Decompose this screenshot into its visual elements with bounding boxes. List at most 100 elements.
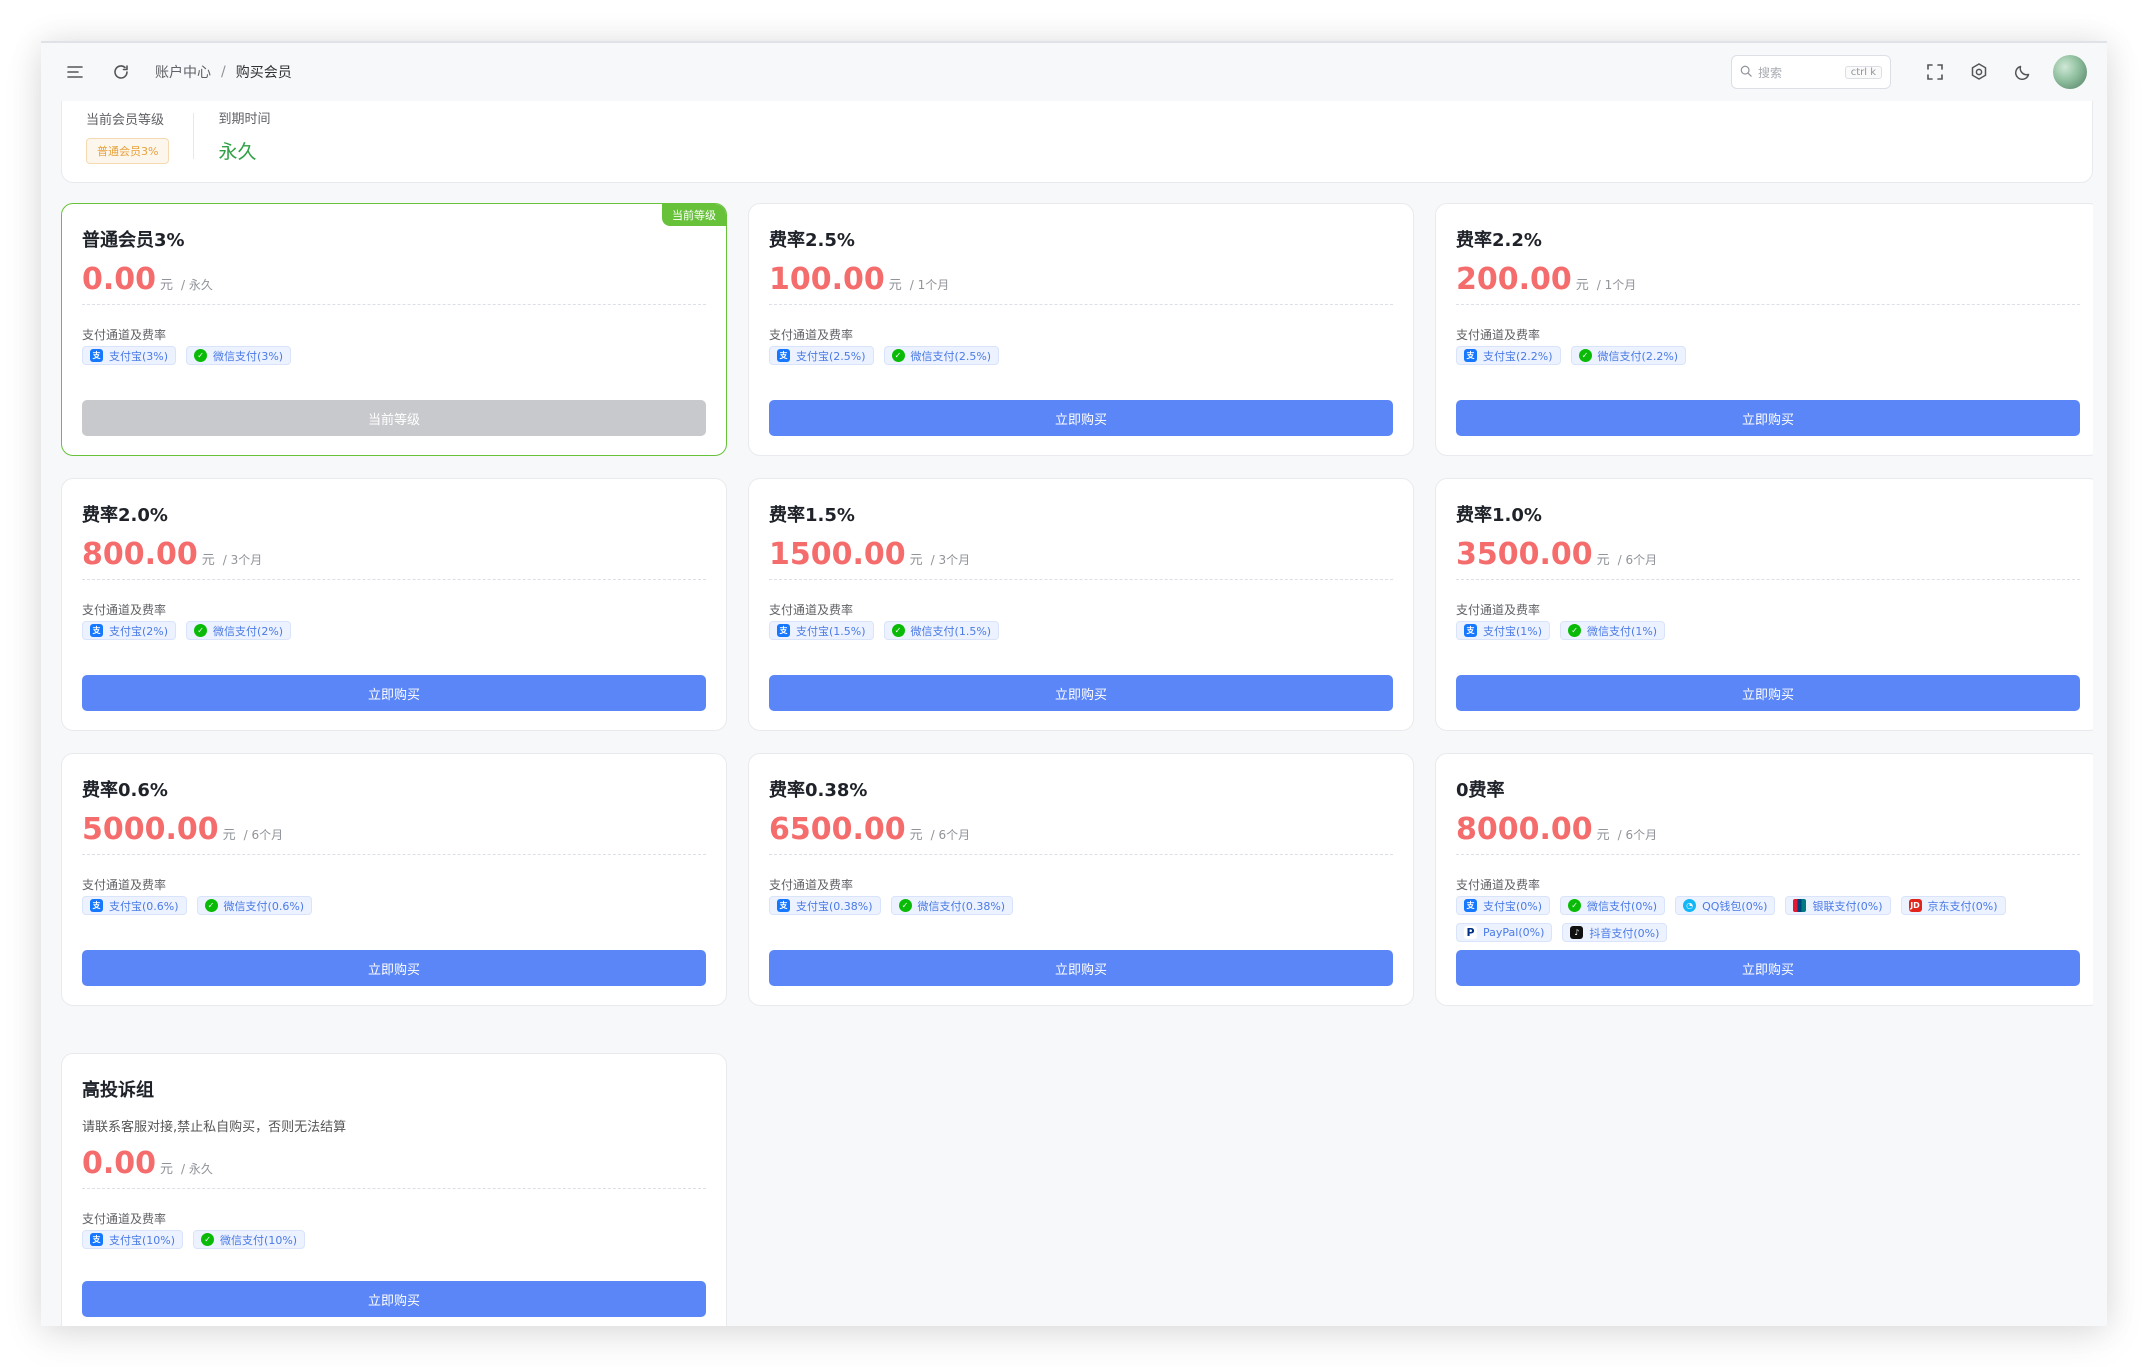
current-level-tag: 普通会员3%: [86, 137, 170, 164]
channel-chip: 支 支付宝(2.5%): [769, 346, 874, 365]
price-row: 200.00 元 / 1个月: [1456, 262, 1636, 297]
channel-label: 微信支付(2.5%): [910, 349, 992, 363]
channel-chip: 支 支付宝(3%): [82, 346, 177, 365]
buy-now-button[interactable]: 立即购买: [769, 675, 1393, 711]
price-unit: 元: [888, 278, 902, 293]
search-placeholder: 搜索: [1758, 65, 1783, 80]
alipay-icon: 支: [90, 349, 103, 362]
channel-chip: ✓ 微信支付(0.6%): [196, 896, 313, 915]
channel-list: 支 支付宝(2.2%) ✓ 微信支付(2.2%): [1456, 346, 2076, 365]
price-unit: 元: [909, 553, 923, 568]
price-row: 100.00 元 / 1个月: [769, 262, 949, 297]
plan-period: / 3个月: [222, 553, 263, 567]
plan-period: / 6个月: [930, 828, 971, 842]
fullscreen-icon[interactable]: [1921, 58, 1949, 86]
plan-period: / 永久: [181, 278, 213, 292]
wechat-icon: ✓: [204, 899, 218, 912]
dashed-divider: [769, 854, 1393, 855]
channel-label: 微信支付(2.2%): [1597, 349, 1679, 363]
channel-list: 支 支付宝(0%) ✓ 微信支付(0%) ◔ QQ钱包(0%) 银联支付(0%)…: [1456, 896, 2076, 942]
breadcrumb-item-buy-membership: 购买会员: [235, 65, 292, 81]
membership-summary: 当前会员等级 普通会员3% 到期时间 永久: [61, 101, 2093, 183]
price-unit: 元: [1575, 278, 1589, 293]
expiry-label: 到期时间: [218, 112, 271, 127]
plan-price: 200.00: [1456, 262, 1572, 297]
buy-now-button[interactable]: 立即购买: [82, 950, 706, 986]
buy-now-button[interactable]: 立即购买: [1456, 675, 2080, 711]
channel-chip: JD 京东支付(0%): [1900, 896, 2006, 915]
price-unit: 元: [1596, 828, 1610, 843]
channel-label: 微信支付(0.6%): [223, 899, 305, 913]
plan-price: 100.00: [769, 262, 885, 297]
channel-label: 支付宝(3%): [109, 349, 169, 363]
plan-card: 费率0.38% 6500.00 元 / 6个月 支付通道及费率 支 支付宝(0.…: [748, 753, 1414, 1006]
channel-chip: 支 支付宝(0.38%): [769, 896, 881, 915]
breadcrumb-item-account-center[interactable]: 账户中心: [155, 62, 211, 82]
channel-chip: ✓ 微信支付(2%): [186, 621, 292, 640]
price-unit: 元: [1596, 553, 1610, 568]
alipay-icon: 支: [1464, 349, 1477, 362]
channel-label: 微信支付(1%): [1587, 624, 1658, 638]
channel-label: 微信支付(2%): [213, 624, 284, 638]
plan-period: / 3个月: [930, 553, 971, 567]
buy-now-button[interactable]: 立即购买: [1456, 400, 2080, 436]
dark-mode-moon-icon[interactable]: [2009, 58, 2037, 86]
channels-label: 支付通道及费率: [82, 328, 167, 342]
settings-gear-icon[interactable]: [1965, 58, 1993, 86]
plan-description: 请联系客服对接,禁止私自购买，否则无法结算: [82, 1120, 347, 1135]
channels-label: 支付通道及费率: [1456, 878, 1541, 892]
plan-price: 6500.00: [769, 812, 906, 847]
channel-chip: ✓ 微信支付(3%): [186, 346, 292, 365]
channel-label: 微信支付(0%): [1587, 899, 1658, 913]
user-avatar[interactable]: [2053, 55, 2087, 89]
alipay-icon: 支: [1464, 899, 1477, 912]
current-level-corner-badge: 当前等级: [662, 204, 726, 226]
dashed-divider: [769, 579, 1393, 580]
plan-period: / 永久: [181, 1162, 213, 1176]
channel-label: 支付宝(2.2%): [1483, 349, 1553, 363]
plan-card: 费率0.6% 5000.00 元 / 6个月 支付通道及费率 支 支付宝(0.6…: [61, 753, 727, 1006]
price-unit: 元: [222, 828, 236, 843]
channel-label: 抖音支付(0%): [1589, 926, 1660, 940]
search-input[interactable]: 搜索 ctrl k: [1731, 55, 1891, 89]
dashed-divider: [1456, 304, 2080, 305]
plan-price: 1500.00: [769, 537, 906, 572]
channel-list: 支 支付宝(0.6%) ✓ 微信支付(0.6%): [82, 896, 702, 915]
buy-now-button[interactable]: 立即购买: [769, 400, 1393, 436]
plan-price: 5000.00: [82, 812, 219, 847]
refresh-icon[interactable]: [107, 58, 135, 86]
buy-now-button[interactable]: 立即购买: [1456, 950, 2080, 986]
menu-toggle-icon[interactable]: [61, 58, 89, 86]
channel-label: 支付宝(1.5%): [796, 624, 866, 638]
channel-chip: 支 支付宝(0.6%): [82, 896, 187, 915]
channel-label: 支付宝(1%): [1483, 624, 1543, 638]
buy-now-button[interactable]: 立即购买: [769, 950, 1393, 986]
plan-name: 费率0.38%: [769, 780, 868, 801]
plan-price: 0.00: [82, 262, 157, 297]
channel-list: 支 支付宝(0.38%) ✓ 微信支付(0.38%): [769, 896, 1389, 915]
channel-label: PayPal(0%): [1483, 926, 1545, 939]
search-shortcut-badge: ctrl k: [1844, 65, 1882, 79]
dashed-divider: [1456, 579, 2080, 580]
wechat-icon: ✓: [898, 899, 912, 912]
channel-chip: ✓ 微信支付(0%): [1560, 896, 1666, 915]
buy-now-button[interactable]: 立即购买: [82, 1281, 706, 1317]
dashed-divider: [1456, 854, 2080, 855]
buy-now-button[interactable]: 立即购买: [82, 675, 706, 711]
alipay-icon: 支: [90, 899, 103, 912]
plan-card: 费率2.5% 100.00 元 / 1个月 支付通道及费率 支 支付宝(2.5%…: [748, 203, 1414, 456]
plan-price: 3500.00: [1456, 537, 1593, 572]
summary-divider: [193, 113, 195, 159]
current-level-button: 当前等级: [82, 400, 706, 436]
dashed-divider: [82, 1188, 706, 1189]
channel-chip: 支 支付宝(10%): [82, 1230, 184, 1249]
channels-label: 支付通道及费率: [1456, 328, 1541, 342]
plan-period: / 1个月: [909, 278, 950, 292]
channel-list: 支 支付宝(2%) ✓ 微信支付(2%): [82, 621, 702, 640]
plan-price: 800.00: [82, 537, 198, 572]
price-row: 800.00 元 / 3个月: [82, 537, 262, 572]
dashed-divider: [82, 579, 706, 580]
price-row: 0.00 元 / 永久: [82, 1146, 213, 1181]
plan-name: 费率0.6%: [82, 780, 168, 801]
price-row: 1500.00 元 / 3个月: [769, 537, 970, 572]
